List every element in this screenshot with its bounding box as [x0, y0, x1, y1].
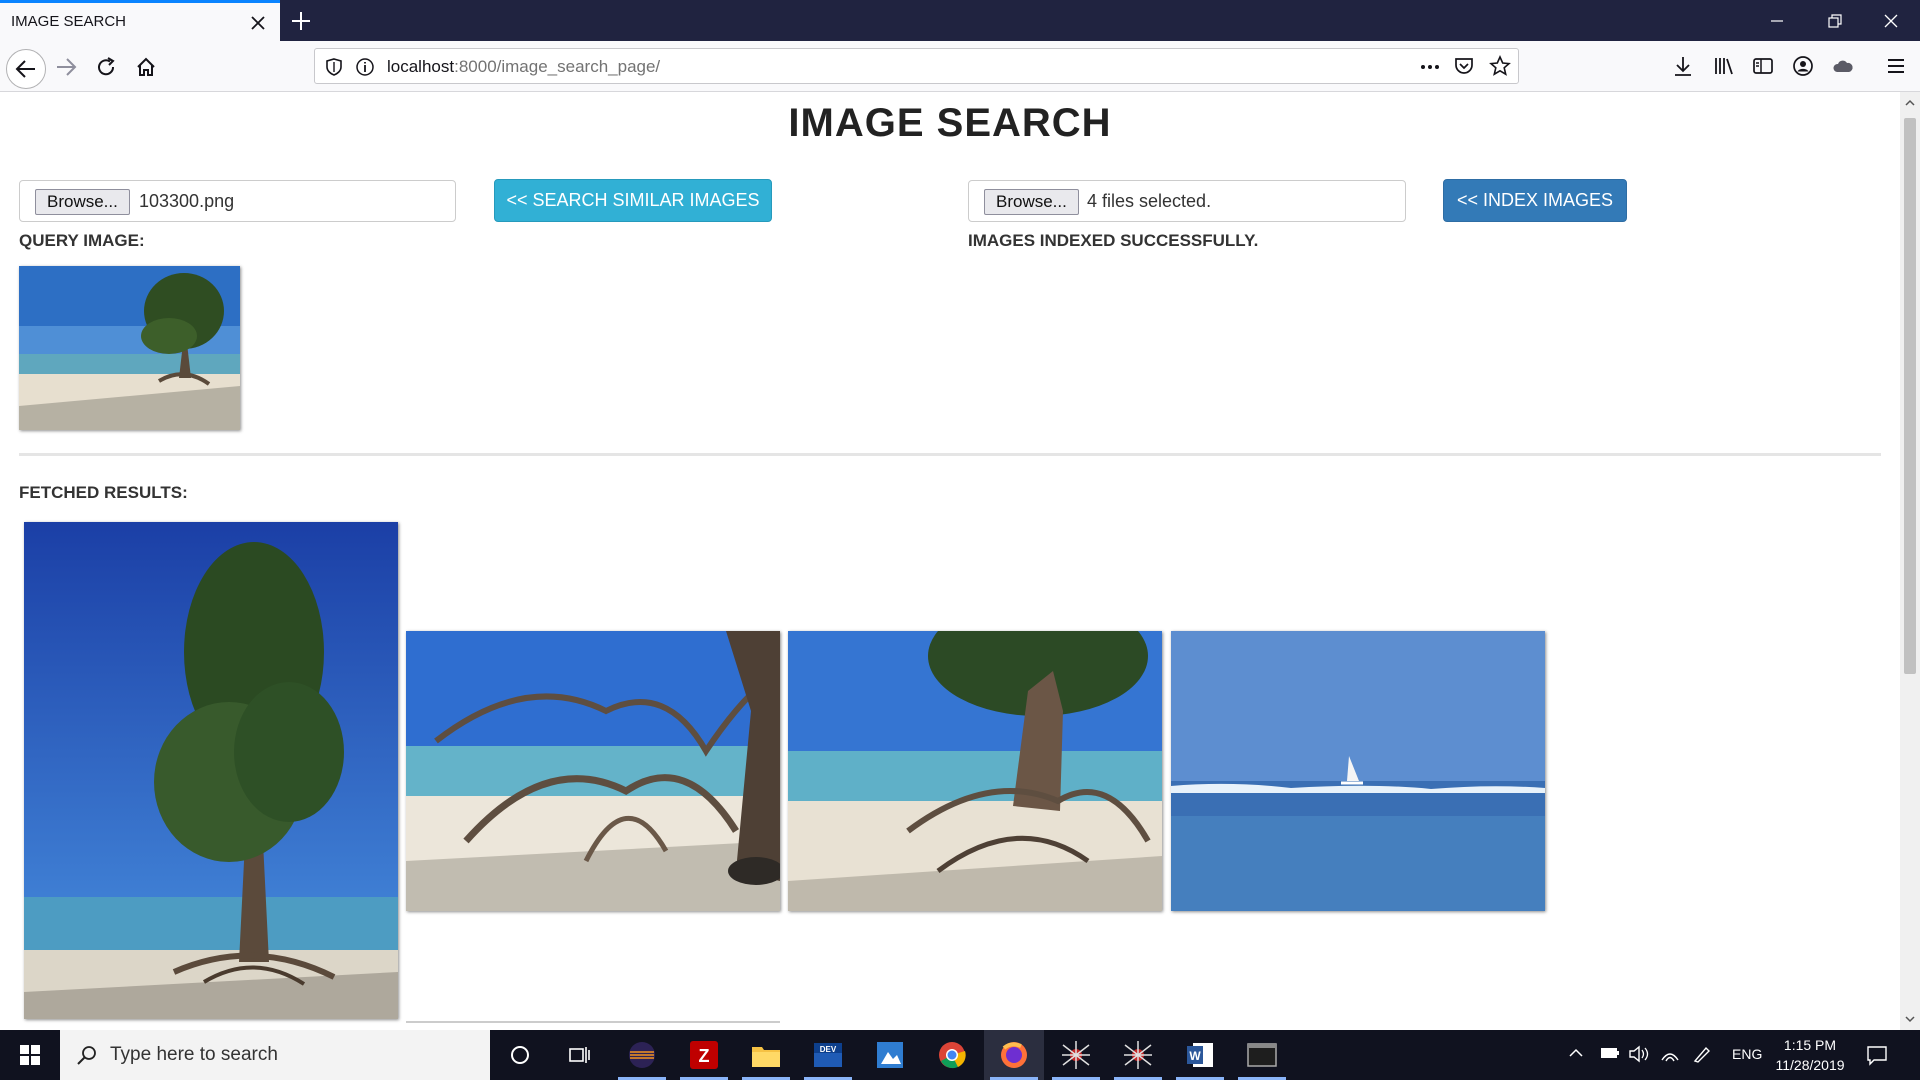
browser-tab[interactable]: IMAGE SEARCH [0, 0, 280, 41]
page-title: IMAGE SEARCH [788, 101, 1112, 145]
fetched-results-label: FETCHED RESULTS: [19, 483, 188, 502]
windows-start-icon[interactable] [0, 1030, 60, 1080]
extension-cloud-icon[interactable] [1832, 55, 1854, 82]
photos-app-icon[interactable] [860, 1030, 920, 1080]
index-status-message: IMAGES INDEXED SUCCESSFULLY. [968, 231, 1259, 250]
browser-titlebar: IMAGE SEARCH [0, 0, 1920, 41]
language-indicator[interactable]: ENG [1732, 1046, 1762, 1080]
page-scrollbar[interactable] [1900, 92, 1920, 1030]
tab-title: IMAGE SEARCH [11, 13, 127, 30]
info-icon[interactable] [355, 57, 375, 82]
query-file-name: 103300.png [139, 191, 235, 211]
terminal-icon[interactable] [1232, 1030, 1292, 1080]
query-browse-button[interactable]: Browse... [35, 189, 130, 215]
url-path: :8000/image_search_page/ [454, 57, 661, 76]
taskbar-search-placeholder: Type here to search [110, 1044, 278, 1065]
svg-text:Z: Z [699, 1046, 710, 1066]
scrollbar-thumb[interactable] [1904, 118, 1916, 674]
reload-icon[interactable] [90, 51, 122, 83]
search-similar-images-button[interactable]: << SEARCH SIMILAR IMAGES [494, 179, 772, 222]
index-file-input[interactable]: Browse... 4 files selected. [968, 180, 1406, 222]
url-text[interactable]: localhost:8000/image_search_page/ [387, 57, 660, 77]
wifi-icon[interactable] [1660, 1044, 1680, 1080]
browser-navbar: localhost:8000/image_search_page/ [0, 41, 1920, 92]
shield-icon[interactable] [325, 57, 343, 82]
chrome-icon[interactable] [922, 1030, 982, 1080]
query-image-label: QUERY IMAGE: [19, 231, 145, 250]
show-hidden-icons[interactable] [1568, 1045, 1584, 1080]
battery-icon[interactable] [1600, 1046, 1620, 1080]
scroll-down-icon[interactable] [1904, 1012, 1916, 1024]
section-divider [19, 453, 1881, 456]
clock-date: 11/28/2019 [1775, 1057, 1845, 1073]
bookmark-star-icon[interactable] [1489, 55, 1511, 82]
close-window-icon[interactable] [1862, 0, 1920, 41]
scroll-up-icon[interactable] [1904, 96, 1916, 108]
svg-text:DEV: DEV [820, 1045, 837, 1054]
pen-icon[interactable] [1692, 1044, 1712, 1080]
devexpress-app-icon[interactable]: DEV [798, 1030, 858, 1080]
back-arrow-icon[interactable] [6, 49, 46, 89]
query-image [19, 266, 240, 430]
taskbar-search-box[interactable]: Type here to search [60, 1030, 490, 1080]
spider-app-icon-2[interactable] [1108, 1030, 1168, 1080]
word-icon[interactable]: W [1170, 1030, 1230, 1080]
firefox-icon[interactable] [984, 1030, 1044, 1080]
home-icon[interactable] [130, 51, 162, 83]
url-bar[interactable]: localhost:8000/image_search_page/ [314, 48, 1519, 84]
close-tab-icon[interactable] [248, 13, 268, 33]
account-icon[interactable] [1792, 55, 1814, 82]
more-actions-icon[interactable] [1419, 57, 1441, 82]
svg-text:W: W [1189, 1049, 1201, 1063]
volume-icon[interactable] [1628, 1045, 1650, 1080]
query-file-input[interactable]: Browse... 103300.png [19, 180, 456, 222]
eclipse-app-icon[interactable] [612, 1030, 672, 1080]
filezilla-app-icon[interactable]: Z [674, 1030, 734, 1080]
url-host: localhost [387, 57, 455, 76]
index-browse-button[interactable]: Browse... [984, 189, 1079, 215]
result-image[interactable] [406, 631, 780, 911]
index-file-name: 4 files selected. [1087, 191, 1212, 211]
result-image[interactable] [24, 522, 398, 1019]
result-image[interactable] [788, 631, 1162, 911]
menu-icon[interactable] [1885, 55, 1907, 82]
task-view-icon[interactable] [550, 1030, 610, 1080]
pocket-icon[interactable] [1454, 56, 1474, 81]
page-content: IMAGE SEARCH Browse... 103300.png << SEA… [0, 92, 1900, 1030]
new-tab-icon[interactable] [288, 8, 314, 34]
minimize-icon[interactable] [1748, 0, 1806, 41]
next-row-edge [406, 1021, 780, 1023]
notification-icon[interactable] [1866, 1044, 1888, 1080]
library-icon[interactable] [1713, 55, 1735, 82]
file-explorer-icon[interactable] [736, 1030, 796, 1080]
taskbar: Type here to search Z DEV W ENG 1:15 PM … [0, 1030, 1920, 1080]
index-images-button[interactable]: << INDEX IMAGES [1443, 179, 1627, 222]
clock-time: 1:15 PM [1783, 1037, 1837, 1053]
forward-arrow-icon[interactable] [50, 51, 82, 83]
taskbar-clock[interactable]: 1:15 PM 11/28/2019 [1760, 1035, 1860, 1075]
sidebar-icon[interactable] [1752, 55, 1774, 82]
downloads-icon[interactable] [1672, 55, 1694, 82]
result-image[interactable] [1171, 631, 1545, 911]
cortana-icon[interactable] [490, 1030, 550, 1080]
search-icon [76, 1044, 98, 1071]
restore-icon[interactable] [1806, 0, 1864, 41]
spider-app-icon[interactable] [1046, 1030, 1106, 1080]
